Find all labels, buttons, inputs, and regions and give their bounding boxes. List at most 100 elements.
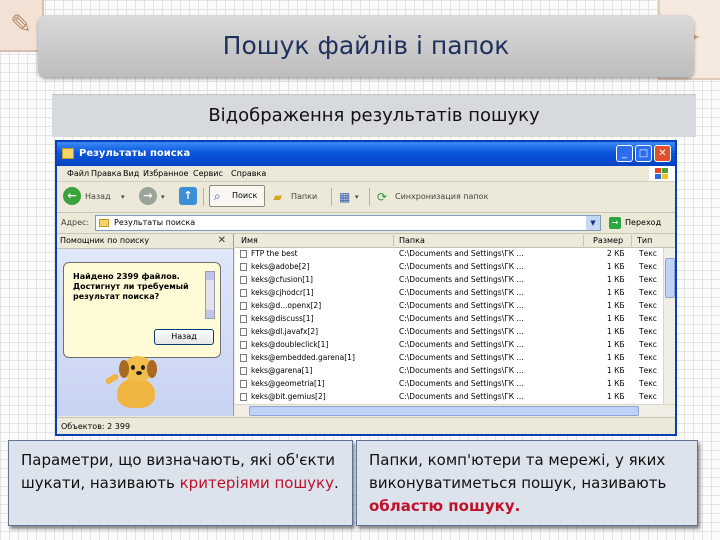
file-folder: C:\Documents and Settings\ГК ... [399, 301, 524, 310]
forward-arrow-icon[interactable]: → [139, 187, 157, 205]
table-row[interactable]: keks@cjhodcr[1] C:\Documents and Settings… [235, 287, 675, 299]
table-row[interactable]: keks@geometria[1] C:\Documents and Settin… [235, 378, 675, 390]
toolbar: ← Назад ▾ → ▾ ↑ ⌕ Поиск ▰ Папки ▦ ▾ ⟳ Си… [57, 182, 675, 213]
file-size: 1 КБ [607, 275, 625, 284]
go-arrow-icon[interactable]: → [609, 217, 621, 229]
text-file-icon [240, 276, 247, 284]
results-list-pane: Имя Папка Размер Тип FTP the best C:\Docu… [235, 234, 675, 416]
back-arrow-icon[interactable]: ← [63, 187, 81, 205]
table-row[interactable]: keks@cfusion[1] C:\Documents and Settings… [235, 274, 675, 286]
vertical-scrollbar[interactable] [663, 248, 675, 404]
folders-icon[interactable]: ▰ [273, 186, 282, 208]
search-button[interactable]: ⌕ Поиск [209, 185, 265, 207]
table-row[interactable]: FTP the best C:\Documents and Settings\ГК… [235, 248, 675, 260]
file-size: 1 КБ [607, 379, 625, 388]
text-file-icon [240, 302, 247, 310]
slide-subtitle-bar: Відображення результатів пошуку [52, 94, 696, 137]
table-row[interactable]: keks@dl.javafx[2] C:\Documents and Settin… [235, 326, 675, 338]
file-type: Текс [639, 392, 657, 401]
text-file-icon [240, 250, 247, 258]
address-value: Результаты поиска [114, 218, 196, 227]
vertical-scroll-thumb[interactable] [665, 258, 675, 298]
sync-icon[interactable]: ⟳ [377, 186, 387, 208]
column-header-name[interactable]: Имя [241, 234, 258, 247]
file-folder: C:\Documents and Settings\ГК ... [399, 288, 524, 297]
forward-dropdown-icon[interactable]: ▾ [161, 186, 165, 208]
table-row[interactable]: keks@embedded.garena[1] C:\Documents and … [235, 352, 675, 364]
file-size: 1 КБ [607, 327, 625, 336]
column-header-folder[interactable]: Папка [399, 234, 425, 247]
address-field[interactable]: Результаты поиска ▼ [95, 215, 601, 231]
file-size: 1 КБ [607, 262, 625, 271]
file-type: Текс [639, 262, 657, 271]
table-row[interactable]: keks@adobe[2] C:\Documents and Settings\Г… [235, 261, 675, 273]
address-label: Адрес: [61, 218, 90, 227]
caption-criteria-term: критеріями пошуку [179, 474, 334, 492]
file-folder: C:\Documents and Settings\ГК ... [399, 262, 524, 271]
menu-tools[interactable]: Сервис [193, 166, 223, 181]
file-name: keks@bit.gemius[2] [251, 392, 326, 401]
file-name: keks@d...openx[2] [251, 301, 322, 310]
maximize-button[interactable]: □ [635, 145, 652, 162]
file-type: Текс [639, 340, 657, 349]
search-results-window: Результаты поиска _ □ ✕ Файл Правка Вид … [55, 140, 677, 436]
table-row[interactable]: keks@discuss[1] C:\Documents and Settings… [235, 313, 675, 325]
sync-folders-label[interactable]: Синхронизация папок [395, 186, 488, 208]
status-text: Объектов: 2 399 [61, 422, 131, 431]
close-button[interactable]: ✕ [654, 145, 671, 162]
caption-criteria-end: . [334, 474, 339, 492]
go-label[interactable]: Переход [625, 213, 661, 233]
file-type: Текс [639, 314, 657, 323]
table-row[interactable]: keks@d...openx[2] C:\Documents and Settin… [235, 300, 675, 312]
table-row[interactable]: keks@garena[1] C:\Documents and Settings\… [235, 365, 675, 377]
file-name: keks@garena[1] [251, 366, 313, 375]
window-title: Результаты поиска [79, 148, 191, 159]
views-dropdown-icon[interactable]: ▾ [355, 186, 359, 208]
file-folder: C:\Documents and Settings\ГК ... [399, 392, 524, 401]
file-folder: C:\Documents and Settings\ГК ... [399, 340, 524, 349]
column-header-size[interactable]: Размер [593, 234, 623, 247]
column-header-type[interactable]: Тип [637, 234, 652, 247]
back-dropdown-icon[interactable]: ▾ [121, 186, 125, 208]
caption-scope-term: областю пошуку. [369, 497, 521, 515]
address-dropdown-icon[interactable]: ▼ [586, 216, 600, 230]
folders-label[interactable]: Папки [291, 186, 317, 208]
menu-view[interactable]: Вид [123, 166, 139, 181]
back-label[interactable]: Назад [85, 186, 111, 208]
file-size: 1 КБ [607, 288, 625, 297]
text-file-icon [240, 289, 247, 297]
minimize-button[interactable]: _ [616, 145, 633, 162]
views-icon[interactable]: ▦ [339, 186, 350, 208]
file-type: Текс [639, 327, 657, 336]
file-type: Текс [639, 288, 657, 297]
scroll-down-icon[interactable] [206, 310, 214, 318]
address-bar: Адрес: Результаты поиска ▼ → Переход [57, 213, 675, 234]
search-button-label: Поиск [232, 191, 258, 200]
file-name: keks@doubleclick[1] [251, 340, 329, 349]
file-name: keks@dl.javafx[2] [251, 327, 319, 336]
horizontal-scrollbar[interactable] [235, 404, 675, 416]
caption-scope-text: Папки, комп'ютери та мережі, у яких вико… [369, 451, 667, 492]
scroll-up-icon[interactable] [206, 272, 214, 280]
file-folder: C:\Documents and Settings\ГК ... [399, 379, 524, 388]
table-row[interactable]: keks@doubleclick[1] C:\Documents and Sett… [235, 339, 675, 351]
file-type: Текс [639, 249, 657, 258]
search-folder-icon [99, 219, 109, 227]
file-size: 1 КБ [607, 301, 625, 310]
table-row[interactable]: keks@bit.gemius[2] C:\Documents and Setti… [235, 391, 675, 403]
folder-up-icon[interactable]: ↑ [179, 187, 197, 205]
slide-title-bar: Пошук файлів і папок [38, 15, 694, 77]
menu-edit[interactable]: Правка [91, 166, 121, 181]
window-title-bar[interactable]: Результаты поиска _ □ ✕ [57, 142, 675, 166]
menu-favorites[interactable]: Избранное [143, 166, 188, 181]
search-dog-icon[interactable] [103, 356, 173, 414]
horizontal-scroll-thumb[interactable] [249, 406, 639, 416]
file-name: keks@cjhodcr[1] [251, 288, 314, 297]
menu-file[interactable]: Файл [67, 166, 89, 181]
back-button[interactable]: Назад [154, 329, 214, 345]
balloon-scrollbar[interactable] [205, 271, 215, 319]
close-pane-icon[interactable]: ✕ [218, 234, 226, 248]
text-file-icon [240, 263, 247, 271]
file-size: 1 КБ [607, 366, 625, 375]
menu-help[interactable]: Справка [231, 166, 266, 181]
